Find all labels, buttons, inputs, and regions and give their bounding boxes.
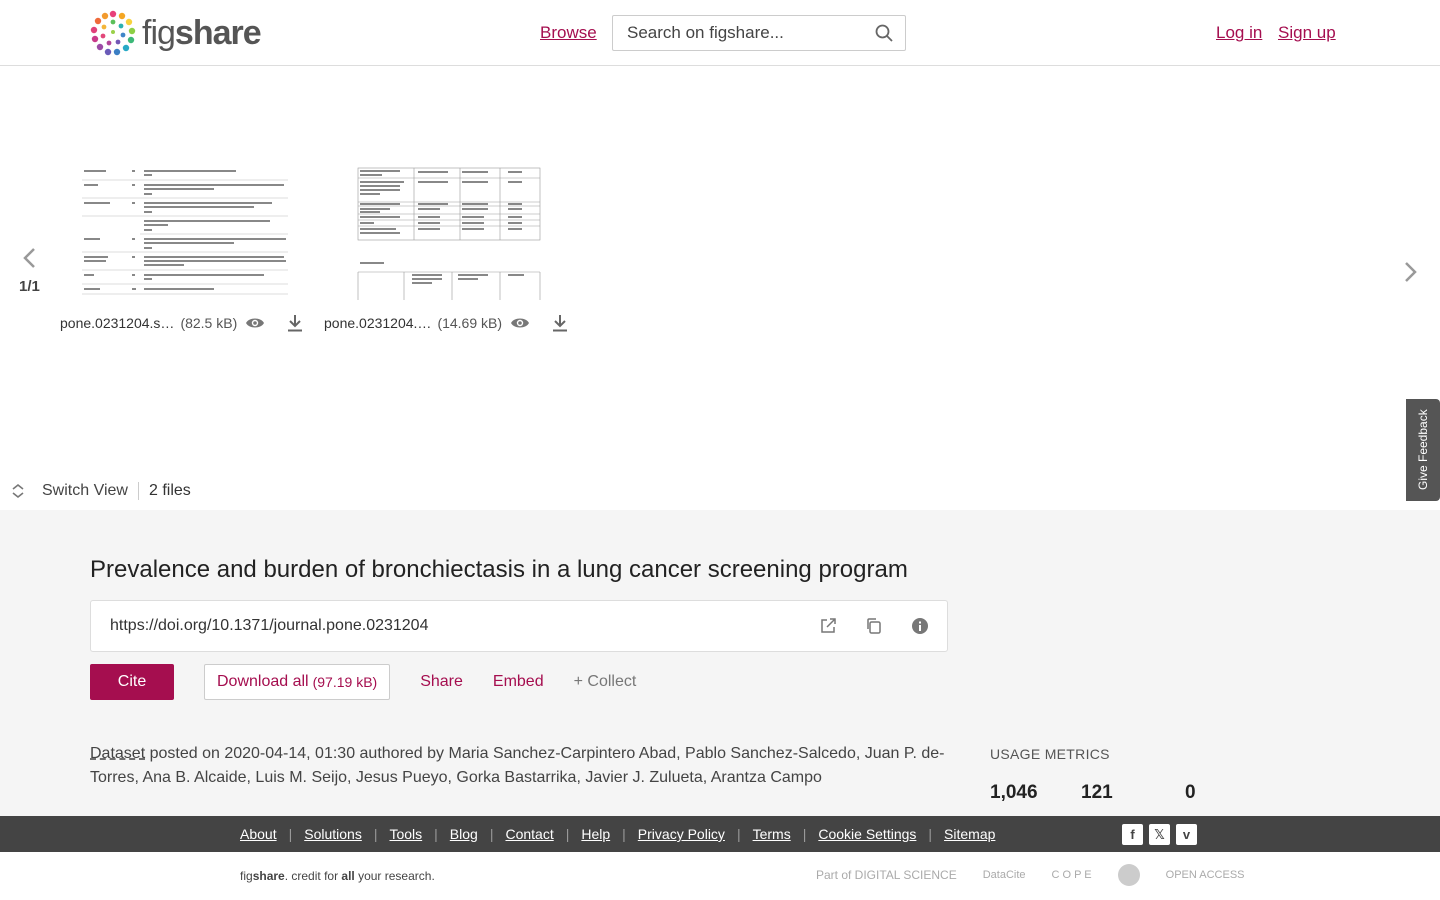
- figshare-logo-icon: [90, 10, 136, 56]
- item-actions: Cite Download all (97.19 kB) Share Embed…: [90, 664, 636, 700]
- expand-collapse-icon[interactable]: [10, 483, 26, 499]
- file-viewer: 1/1 pone.0231204.s… (82.5 kB) pone.02312…: [0, 66, 1440, 510]
- footer-link-help[interactable]: Help: [581, 826, 610, 842]
- page-title: Prevalence and burden of bronchiectasis …: [90, 556, 908, 583]
- posted-authors: posted on 2020-04-14, 01:30 authored by …: [90, 745, 945, 786]
- file-thumbnail[interactable]: [356, 166, 542, 300]
- cope-logo[interactable]: C O P E: [1052, 869, 1092, 881]
- doi-actions: [819, 617, 929, 635]
- figshare-logo[interactable]: figshare: [88, 8, 262, 58]
- downloads-count: 121: [1081, 782, 1113, 803]
- citations-count: 0: [1185, 782, 1196, 803]
- switch-view-button[interactable]: Switch View: [42, 482, 128, 500]
- footer-nav: About | Solutions | Tools | Blog | Contact | …: [0, 816, 1440, 852]
- search-icon[interactable]: [875, 24, 893, 42]
- open-access-logo[interactable]: OPEN ACCESS: [1166, 869, 1245, 881]
- download-icon[interactable]: [287, 314, 303, 332]
- switch-view-control: Switch View 2 files: [10, 482, 191, 500]
- file-entry: pone.0231204.… (14.69 kB): [324, 314, 568, 332]
- download-icon[interactable]: [552, 314, 568, 332]
- footer-link-cookie-settings[interactable]: Cookie Settings: [818, 826, 916, 842]
- footer-links: About | Solutions | Tools | Blog | Contact | …: [240, 826, 996, 842]
- eye-icon[interactable]: [510, 316, 530, 330]
- browse-link[interactable]: Browse: [540, 23, 597, 43]
- divider: [137, 482, 139, 500]
- external-link-icon[interactable]: [819, 617, 837, 635]
- item-details: Prevalence and burden of bronchiectasis …: [0, 510, 1440, 816]
- vimeo-icon[interactable]: v: [1176, 824, 1197, 845]
- footer-link-contact[interactable]: Contact: [505, 826, 553, 842]
- give-feedback-button[interactable]: Give Feedback: [1406, 399, 1440, 501]
- collect-button[interactable]: + Collect: [574, 673, 637, 691]
- file-name[interactable]: pone.0231204.s…: [60, 315, 174, 331]
- eye-icon[interactable]: [245, 316, 265, 330]
- file-thumbnail[interactable]: [82, 166, 292, 300]
- brand-wordmark: figshare: [142, 13, 262, 52]
- document-preview-icon: [82, 170, 288, 295]
- footer-link-sitemap[interactable]: Sitemap: [944, 826, 995, 842]
- footer-link-terms[interactable]: Terms: [753, 826, 791, 842]
- seal-icon[interactable]: [1117, 864, 1140, 886]
- download-all-button[interactable]: Download all (97.19 kB): [204, 664, 391, 700]
- login-link[interactable]: Log in: [1216, 23, 1262, 43]
- cite-button[interactable]: Cite: [90, 664, 174, 700]
- file-name[interactable]: pone.0231204.…: [324, 315, 431, 331]
- footer-link-solutions[interactable]: Solutions: [304, 826, 362, 842]
- doi-field: https://doi.org/10.1371/journal.pone.023…: [90, 600, 948, 652]
- item-metadata: Dataset posted on 2020-04-14, 01:30 auth…: [90, 742, 960, 790]
- digital-science-logo[interactable]: Part of DIGITAL SCIENCE: [816, 868, 957, 882]
- page-indicator: 1/1: [19, 278, 40, 295]
- x-twitter-icon[interactable]: 𝕏: [1149, 824, 1170, 845]
- doi-link[interactable]: https://doi.org/10.1371/journal.pone.023…: [110, 617, 428, 635]
- footer-link-blog[interactable]: Blog: [450, 826, 478, 842]
- item-type[interactable]: Dataset: [90, 745, 145, 762]
- signup-link[interactable]: Sign up: [1278, 23, 1336, 43]
- social-links: f 𝕏 v: [1122, 824, 1197, 845]
- file-size: (14.69 kB): [437, 315, 503, 331]
- views-count: 1,046: [990, 782, 1038, 803]
- credit-text: figshare. credit for all your research.: [240, 869, 435, 883]
- share-button[interactable]: Share: [420, 673, 463, 691]
- copy-icon[interactable]: [865, 617, 883, 635]
- usage-metrics: 1,046 121 0: [990, 782, 1196, 804]
- chevron-right-icon[interactable]: [1400, 260, 1420, 284]
- table-preview-icon: [357, 167, 541, 300]
- embed-button[interactable]: Embed: [493, 673, 544, 691]
- footer-credits: figshare. credit for all your research. …: [0, 852, 1440, 900]
- partner-logos: Part of DIGITAL SCIENCE DataCite C O P E…: [816, 864, 1245, 886]
- datacite-logo[interactable]: DataCite: [983, 869, 1026, 881]
- file-entry: pone.0231204.s… (82.5 kB): [60, 314, 303, 332]
- usage-metrics-heading: USAGE METRICS: [990, 746, 1110, 762]
- file-size: (82.5 kB): [180, 315, 238, 331]
- search-box[interactable]: [612, 15, 906, 51]
- site-header: figshare Browse Log in Sign up: [0, 0, 1440, 66]
- files-count: 2 files: [148, 482, 191, 499]
- search-input[interactable]: [627, 23, 867, 43]
- download-all-label: Download all: [217, 673, 309, 690]
- facebook-icon[interactable]: f: [1122, 824, 1143, 845]
- footer-link-tools[interactable]: Tools: [389, 826, 422, 842]
- download-all-size: (97.19 kB): [312, 674, 378, 690]
- chevron-left-icon[interactable]: [20, 246, 40, 270]
- footer-link-privacy[interactable]: Privacy Policy: [638, 826, 725, 842]
- info-icon[interactable]: [911, 617, 929, 635]
- footer-link-about[interactable]: About: [240, 826, 277, 842]
